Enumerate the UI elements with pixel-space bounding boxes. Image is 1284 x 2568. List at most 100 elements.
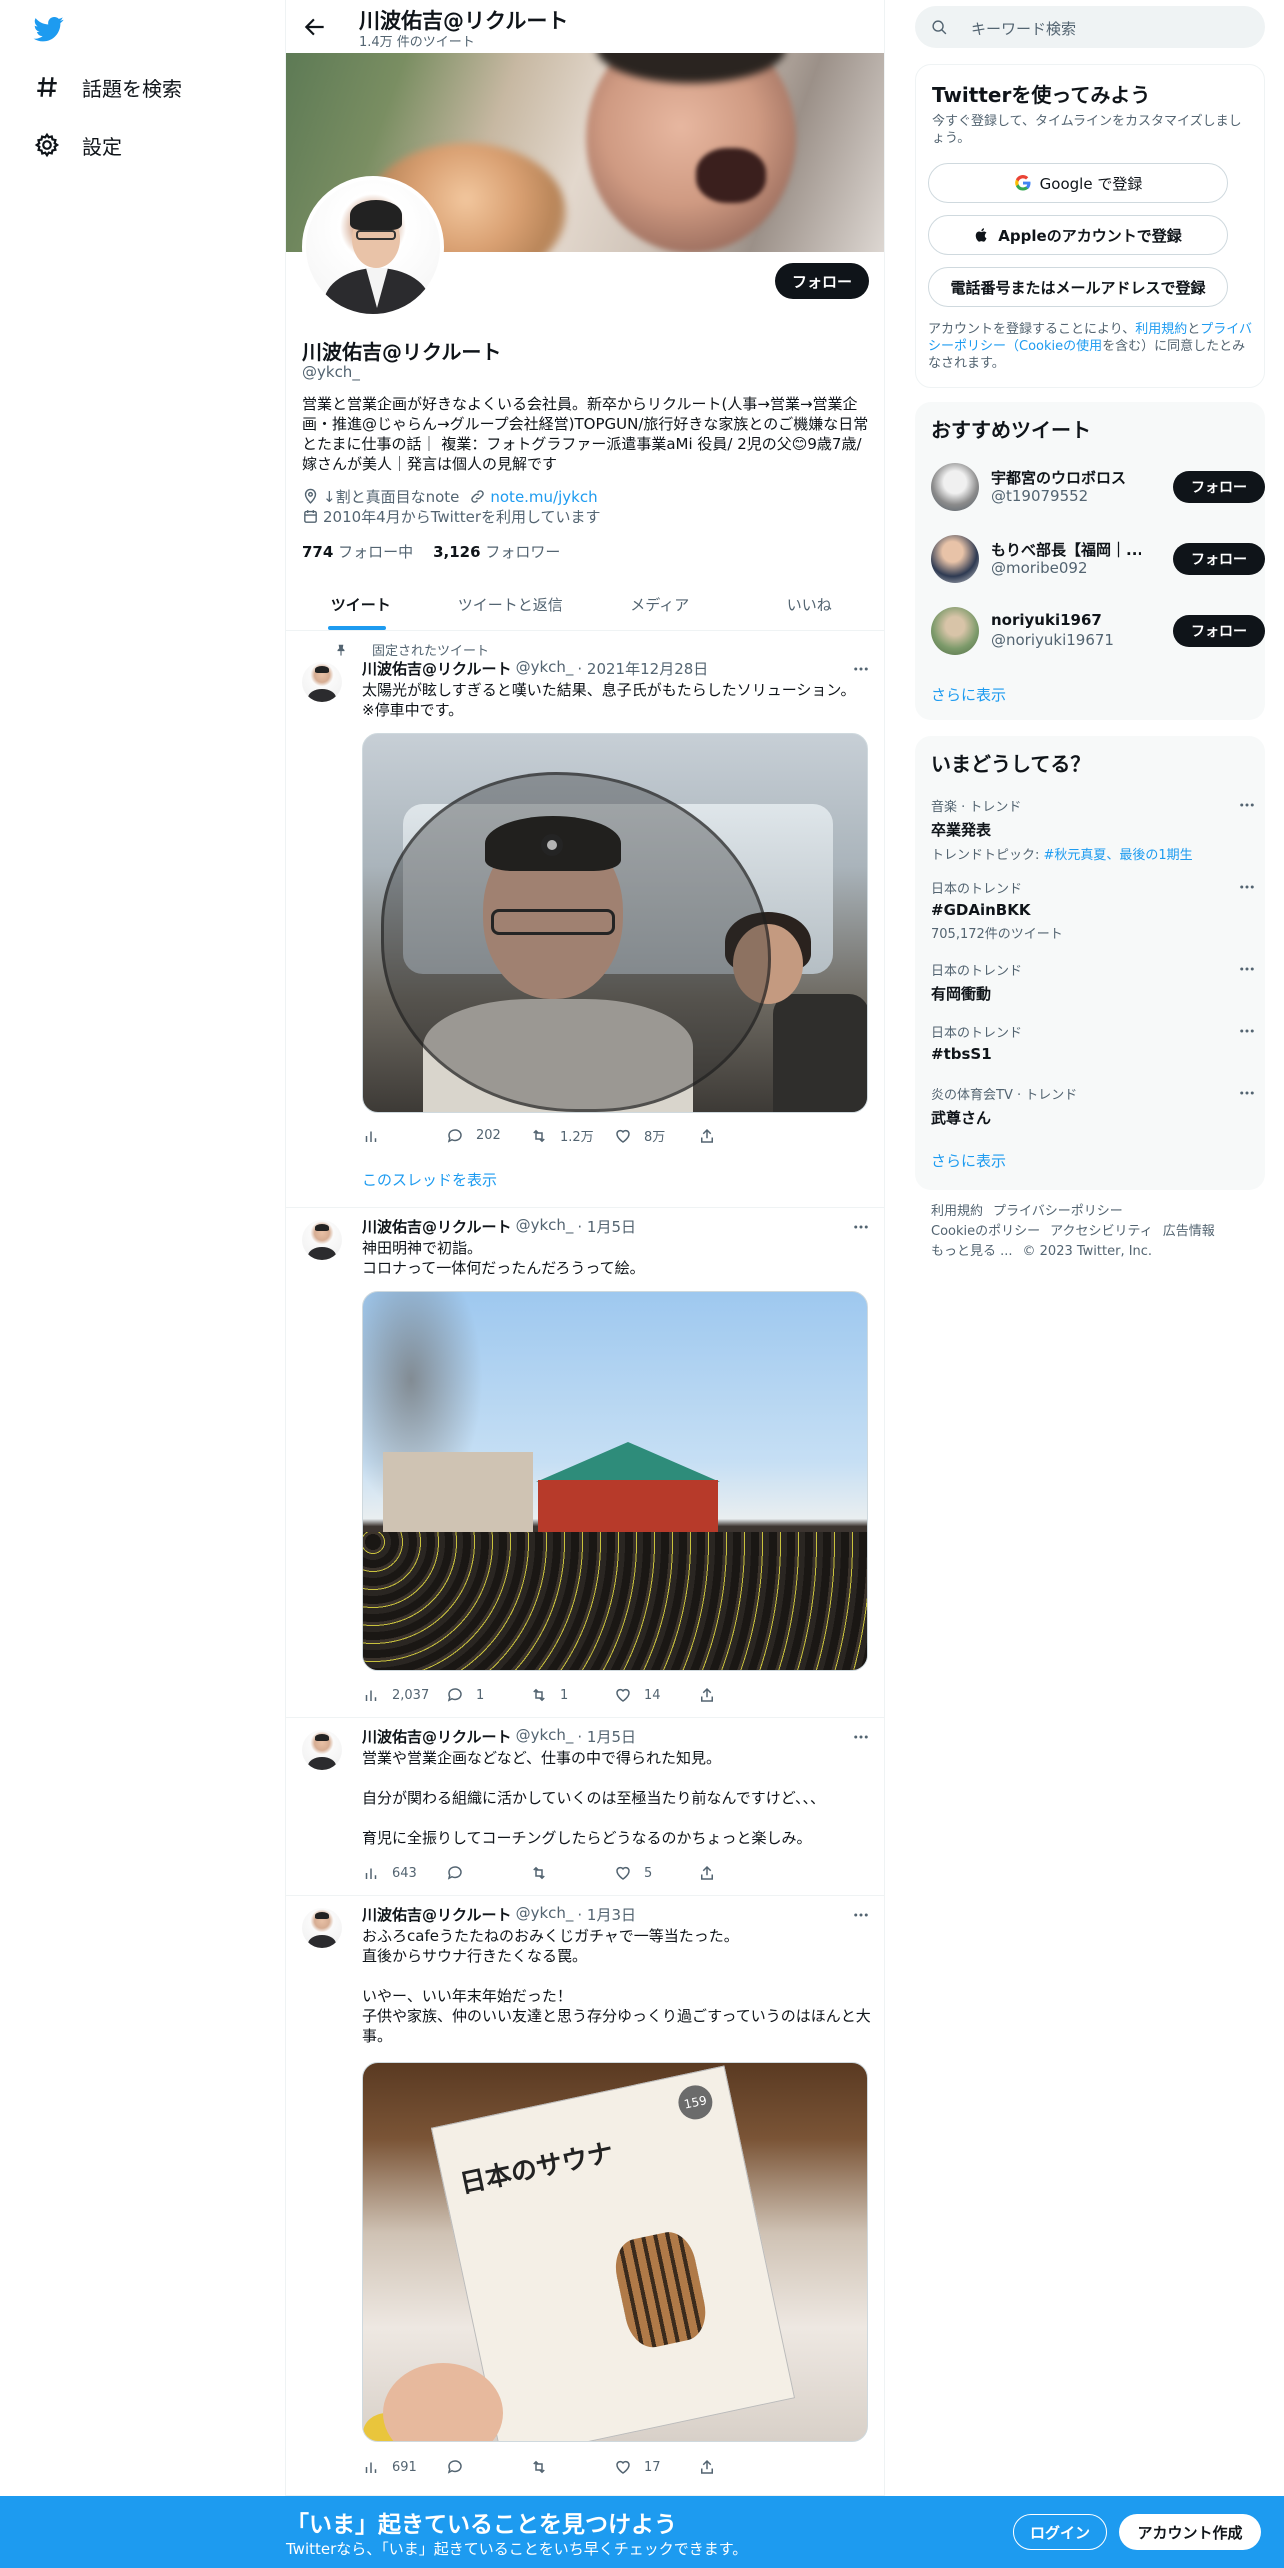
tweet-avatar[interactable] xyxy=(302,1908,342,1948)
views-action[interactable]: 643 xyxy=(362,1864,446,1882)
retweet-action[interactable]: 1.2万 xyxy=(530,1126,614,1145)
tweet-author-name[interactable]: 川波佑吉@リクルート xyxy=(362,1904,512,1925)
create-account-button[interactable]: アカウント作成 xyxy=(1119,2514,1261,2550)
trend-item[interactable]: 日本のトレンド 有岡衝動 xyxy=(931,960,1256,1004)
tweet-text: 神田明神で初詣。 コロナって一体何だったんだろうって絵。 xyxy=(362,1239,645,1277)
tweet-avatar[interactable] xyxy=(302,662,342,702)
follow-button[interactable]: フォロー xyxy=(775,263,869,299)
user-name[interactable]: noriyuki1967 xyxy=(991,611,1141,629)
tweet-author-name[interactable]: 川波佑吉@リクルート xyxy=(362,1216,512,1237)
google-signup-button[interactable]: Google で登録 xyxy=(928,163,1228,203)
profile-avatar[interactable] xyxy=(302,176,444,318)
recommended-user[interactable]: noriyuki1967 @noriyuki19671 フォロー xyxy=(931,603,1265,659)
more-icon[interactable] xyxy=(852,1906,870,1924)
user-name[interactable]: 宇都宮のウロボロス xyxy=(991,467,1141,488)
footer-accessibility[interactable]: アクセシビリティ xyxy=(1050,1224,1153,1239)
nav-explore[interactable]: 話題を検索 xyxy=(34,69,182,105)
trend-item[interactable]: 炎の体育会TV · トレンド 武尊さん xyxy=(931,1084,1256,1128)
trend-topic-link[interactable]: #秋元真夏、最後の1期生 xyxy=(1044,848,1193,863)
more-icon[interactable] xyxy=(1238,960,1256,978)
share-action[interactable] xyxy=(698,1126,782,1145)
search-box[interactable]: キーワード検索 xyxy=(915,6,1265,48)
tab-tweets-and-replies[interactable]: ツイートと返信 xyxy=(436,578,586,630)
user-avatar[interactable] xyxy=(931,463,979,511)
user-avatar[interactable] xyxy=(931,607,979,655)
following-stat[interactable]: 774 フォロー中 xyxy=(302,541,413,562)
follow-button[interactable]: フォロー xyxy=(1173,615,1265,647)
follow-button[interactable]: フォロー xyxy=(1173,543,1265,575)
trend-item[interactable]: 日本のトレンド #GDAinBKK 705,172件のツイート xyxy=(931,878,1256,942)
share-action[interactable] xyxy=(698,2458,782,2476)
phone-email-signup-button[interactable]: 電話番号またはメールアドレスで登録 xyxy=(928,267,1228,307)
show-thread-link[interactable]: このスレッドを表示 xyxy=(362,1169,497,1190)
trend-item[interactable]: 音楽 · トレンド 卒業発表 トレンドトピック: #秋元真夏、最後の1期生 xyxy=(931,796,1256,863)
tweet[interactable]: 川波佑吉@リクルート @ykch_ · 1月3日 おふろcafeうたたねのおみく… xyxy=(286,1896,884,2496)
recommended-user[interactable]: もりべ部長【福岡｜... @moribe092 フォロー xyxy=(931,531,1265,587)
recommended-user[interactable]: 宇都宮のウロボロス @t19079552 フォロー xyxy=(931,459,1265,515)
tweet-pinned[interactable]: 固定されたツイート 川波佑吉@リクルート @ykch_ · 2021年12月28… xyxy=(286,632,884,1208)
tweet-avatar[interactable] xyxy=(302,1220,342,1260)
user-avatar[interactable] xyxy=(931,535,979,583)
views-action[interactable] xyxy=(362,1126,446,1145)
like-action[interactable]: 5 xyxy=(614,1864,698,1882)
tweet-author-handle[interactable]: @ykch_ xyxy=(516,1726,574,1747)
show-more-users-link[interactable]: さらに表示 xyxy=(931,684,1006,705)
reply-action[interactable]: 202 xyxy=(446,1126,530,1145)
tweet-author-handle[interactable]: @ykch_ xyxy=(516,1216,574,1237)
more-icon[interactable] xyxy=(1238,878,1256,896)
tweet-date[interactable]: · 1月3日 xyxy=(577,1904,636,1925)
share-action[interactable] xyxy=(698,1686,782,1704)
tweet-avatar[interactable] xyxy=(302,1730,342,1770)
show-more-trends-link[interactable]: さらに表示 xyxy=(931,1150,1006,1171)
profile-website-link[interactable]: note.mu/jykch xyxy=(490,488,597,506)
tweet-photo[interactable]: 日本のサウナ 159 xyxy=(362,2062,868,2442)
user-name[interactable]: もりべ部長【福岡｜... xyxy=(991,539,1141,560)
twitter-logo-icon[interactable] xyxy=(32,14,66,44)
tab-tweets[interactable]: ツイート xyxy=(286,578,436,630)
share-action[interactable] xyxy=(698,1864,782,1882)
reply-action[interactable] xyxy=(446,1864,530,1882)
retweet-action[interactable] xyxy=(530,2458,614,2476)
retweet-action[interactable]: 1 xyxy=(530,1686,614,1704)
tweet-date[interactable]: · 1月5日 xyxy=(577,1216,636,1237)
footer-ads[interactable]: 広告情報 xyxy=(1163,1224,1215,1239)
more-icon[interactable] xyxy=(852,1728,870,1746)
footer-privacy[interactable]: プライバシーポリシー xyxy=(993,1204,1123,1219)
terms-link[interactable]: 利用規約 xyxy=(1135,322,1187,337)
retweet-action[interactable] xyxy=(530,1864,614,1882)
like-action[interactable]: 14 xyxy=(614,1686,698,1704)
tweet-date[interactable]: · 1月5日 xyxy=(577,1726,636,1747)
nav-settings[interactable]: 設定 xyxy=(34,127,122,163)
follow-button[interactable]: フォロー xyxy=(1173,471,1265,503)
more-icon[interactable] xyxy=(1238,1084,1256,1102)
footer-terms[interactable]: 利用規約 xyxy=(931,1204,983,1219)
more-icon[interactable] xyxy=(1238,1022,1256,1040)
views-action[interactable]: 2,037 xyxy=(362,1686,446,1704)
more-icon[interactable] xyxy=(852,660,870,678)
tweet-photo[interactable] xyxy=(362,733,868,1113)
followers-stat[interactable]: 3,126 フォロワー xyxy=(433,541,560,562)
login-button[interactable]: ログイン xyxy=(1013,2514,1107,2550)
tweet-author-name[interactable]: 川波佑吉@リクルート xyxy=(362,1726,512,1747)
tweet-date[interactable]: · 2021年12月28日 xyxy=(577,658,708,679)
reply-action[interactable]: 1 xyxy=(446,1686,530,1704)
like-action[interactable]: 17 xyxy=(614,2458,698,2476)
like-action[interactable]: 8万 xyxy=(614,1126,698,1145)
tweet[interactable]: 川波佑吉@リクルート @ykch_ · 1月5日 神田明神で初詣。 コロナって一… xyxy=(286,1208,884,1718)
tweet-author-handle[interactable]: @ykch_ xyxy=(516,658,574,679)
apple-signup-button[interactable]: Appleのアカウントで登録 xyxy=(928,215,1228,255)
more-icon[interactable] xyxy=(852,1218,870,1236)
tweet-photo[interactable] xyxy=(362,1291,868,1671)
trend-item[interactable]: 日本のトレンド #tbsS1 xyxy=(931,1022,1256,1063)
footer-more[interactable]: もっと見る ... xyxy=(931,1244,1013,1259)
tweet-author-name[interactable]: 川波佑吉@リクルート xyxy=(362,658,512,679)
tweet[interactable]: 川波佑吉@リクルート @ykch_ · 1月5日 営業や営業企画などなど、仕事の… xyxy=(286,1718,884,1896)
tweet-author-handle[interactable]: @ykch_ xyxy=(516,1904,574,1925)
footer-cookie[interactable]: Cookieのポリシー xyxy=(931,1224,1040,1239)
tab-likes[interactable]: いいね xyxy=(735,578,885,630)
reply-action[interactable] xyxy=(446,2458,530,2476)
views-action[interactable]: 691 xyxy=(362,2458,446,2476)
more-icon[interactable] xyxy=(1238,796,1256,814)
back-arrow-icon[interactable] xyxy=(302,14,328,40)
tab-media[interactable]: メディア xyxy=(585,578,735,630)
